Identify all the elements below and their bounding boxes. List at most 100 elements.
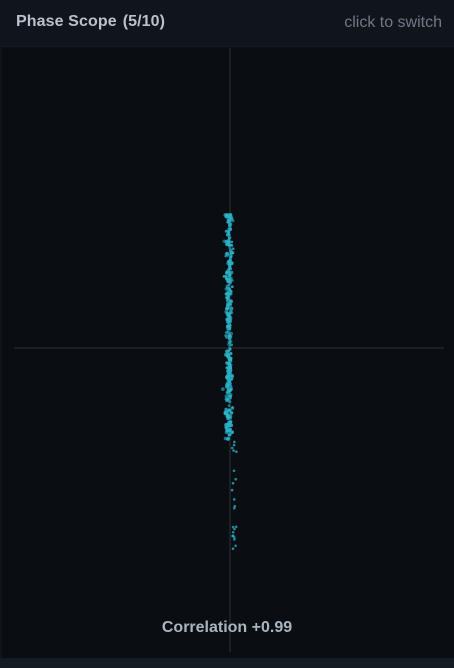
scope-dot	[225, 272, 228, 275]
scope-dot	[232, 498, 236, 501]
scope-dot	[227, 404, 231, 407]
scope-dot	[231, 405, 234, 409]
scope-dot	[227, 301, 232, 306]
scope-dot	[229, 320, 232, 324]
scope-dot	[225, 391, 229, 394]
phase-scope-plot	[14, 48, 444, 652]
scope-dot	[231, 247, 235, 251]
panel-header: Phase Scope (5/10) click to switch	[0, 0, 454, 47]
scope-dot	[227, 273, 232, 278]
phase-scope-panel[interactable]: Phase Scope (5/10) click to switch Correl…	[0, 0, 454, 668]
scope-dot	[233, 527, 236, 531]
scope-dot	[226, 280, 230, 284]
scope-dot	[224, 407, 228, 411]
scope-dot	[227, 362, 232, 366]
scope-dot	[228, 339, 233, 343]
scope-dot	[228, 365, 233, 370]
scope-dot	[227, 267, 231, 271]
scope-dot	[231, 534, 234, 538]
scope-display[interactable]	[0, 46, 454, 658]
scope-dot	[228, 388, 232, 392]
title-text: Phase Scope	[16, 13, 117, 30]
scope-dot	[226, 215, 230, 219]
scope-dot	[226, 413, 230, 416]
scope-dot	[227, 270, 231, 274]
scope-dot	[228, 327, 232, 331]
scope-dot	[226, 297, 230, 301]
scope-dot	[231, 219, 235, 223]
scope-dot	[230, 285, 234, 289]
scope-dot	[224, 254, 227, 258]
scope-dot	[227, 421, 232, 426]
scope-dot	[228, 408, 232, 412]
scope-dot	[225, 426, 230, 430]
scope-dot	[226, 290, 230, 293]
scope-dot	[229, 411, 234, 415]
scope-dot	[224, 275, 228, 279]
scope-dot	[221, 387, 225, 391]
scope-dot	[226, 220, 230, 224]
scope-dot	[232, 506, 236, 510]
scope-dot	[225, 232, 230, 237]
scope-dot	[228, 227, 233, 232]
scope-dot	[227, 241, 231, 245]
scope-dot	[233, 440, 236, 444]
bottom-bar	[0, 658, 454, 668]
scope-dot	[228, 223, 232, 228]
correlation-value: +0.99	[251, 619, 293, 636]
scope-dot	[231, 251, 235, 255]
correlation-label: Correlation	[161, 619, 248, 636]
correlation-readout: Correlation +0.99	[0, 619, 454, 637]
scope-dot	[228, 428, 232, 432]
scope-dot	[225, 317, 230, 322]
scope-dot	[229, 306, 234, 311]
scope-dot	[230, 216, 234, 220]
scope-counter: (5/10)	[122, 13, 166, 30]
scope-dot	[232, 443, 236, 447]
scope-dot	[234, 525, 238, 529]
scope-dot	[231, 547, 235, 550]
scope-dot	[230, 385, 233, 388]
panel-title: Phase Scope (5/10)	[16, 13, 165, 31]
scope-dot	[226, 286, 229, 290]
scope-dot	[232, 449, 235, 452]
switch-hint[interactable]: click to switch	[344, 14, 442, 32]
scope-dot	[225, 377, 229, 381]
scope-dots	[221, 213, 238, 550]
scope-dot	[235, 450, 238, 454]
scope-dot	[227, 371, 232, 376]
scope-dot	[225, 415, 230, 419]
scope-dot	[230, 240, 234, 244]
scope-dot	[228, 246, 232, 250]
scope-dot	[226, 397, 231, 402]
scope-dot	[229, 382, 232, 385]
scope-dot	[228, 277, 232, 281]
scope-dot	[228, 347, 232, 351]
scope-dot	[232, 469, 236, 473]
scope-dot	[234, 477, 237, 481]
scope-dot	[226, 324, 231, 328]
scope-dot	[234, 544, 237, 548]
scope-dot	[225, 306, 229, 311]
scope-dot	[230, 446, 234, 450]
scope-dot	[230, 343, 233, 347]
scope-dot	[228, 394, 232, 398]
scope-dot	[231, 481, 235, 485]
scope-dot	[230, 356, 233, 360]
scope-dot	[226, 313, 231, 318]
scope-dot	[229, 433, 232, 437]
scope-dot	[226, 436, 230, 441]
scope-dot	[228, 264, 231, 267]
scope-dot	[227, 353, 231, 357]
scope-dot	[227, 334, 231, 338]
scope-dot	[226, 230, 230, 234]
scope-dot	[227, 237, 231, 240]
scope-dot	[227, 259, 231, 264]
scope-dot	[224, 352, 228, 357]
scope-dot	[231, 531, 235, 534]
scope-dot	[225, 251, 229, 256]
scope-dot	[227, 244, 231, 247]
scope-dot	[230, 279, 234, 282]
scope-dot	[225, 382, 229, 387]
scope-dot	[224, 330, 229, 335]
